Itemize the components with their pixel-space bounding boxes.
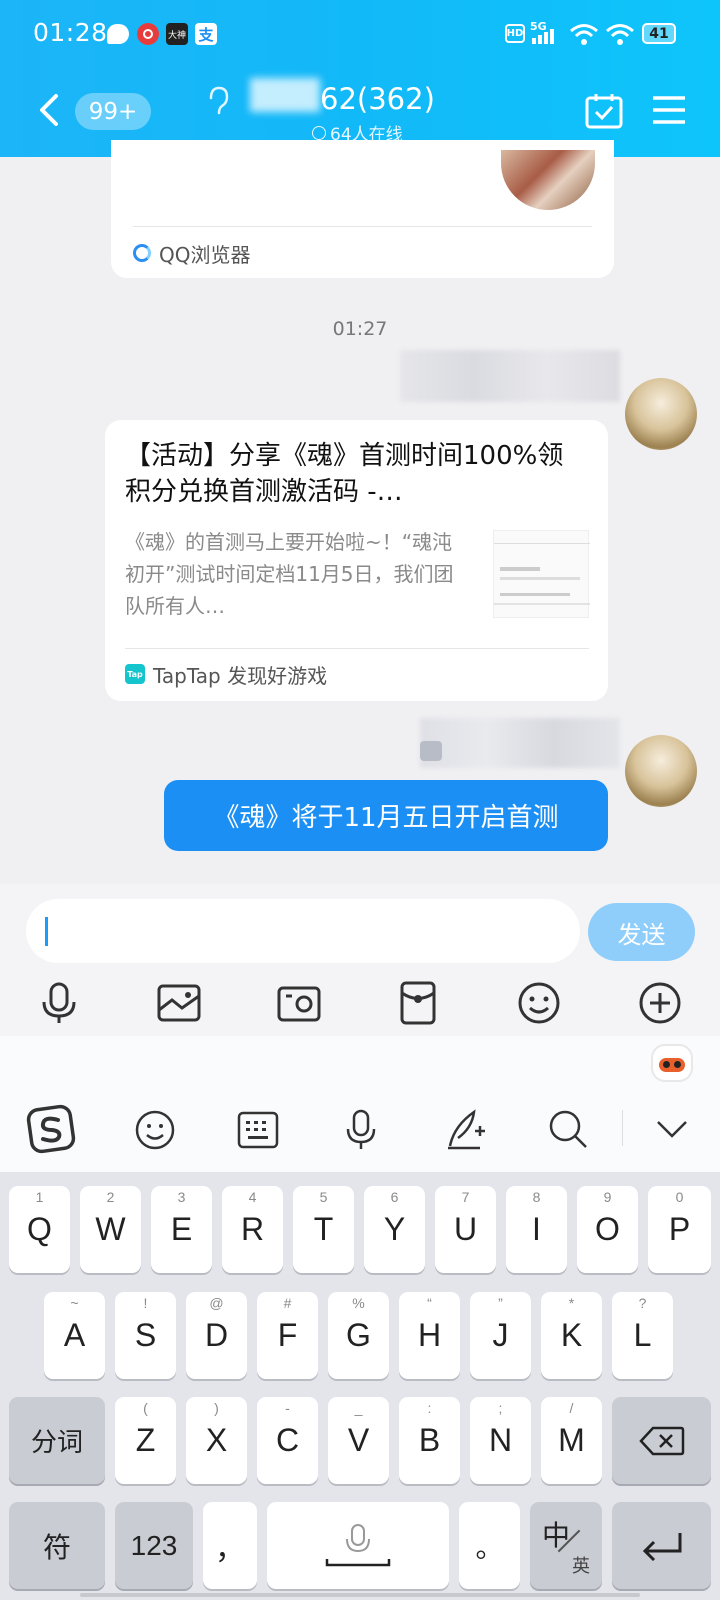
redacted-sender-name-2 bbox=[420, 718, 620, 768]
message-timestamp: 01:27 bbox=[332, 318, 388, 340]
key-u[interactable]: 7U bbox=[435, 1186, 496, 1273]
ear-icon bbox=[209, 86, 229, 115]
key-o[interactable]: 9O bbox=[577, 1186, 638, 1273]
hd-icon: HD bbox=[505, 24, 525, 43]
card-divider bbox=[125, 648, 589, 649]
key-b[interactable]: :B bbox=[399, 1397, 460, 1484]
key-q[interactable]: 1Q bbox=[9, 1186, 70, 1273]
article-thumbnail bbox=[493, 530, 590, 618]
text-caret bbox=[45, 917, 48, 946]
key-s[interactable]: ! S bbox=[115, 1292, 176, 1379]
language-primary: 中 bbox=[542, 1519, 571, 1552]
qq-browser-icon bbox=[133, 244, 151, 262]
link-card-source: QQ浏览器 bbox=[133, 236, 250, 270]
keyboard-mascot-icon[interactable] bbox=[651, 1044, 693, 1082]
plus-icon[interactable] bbox=[635, 978, 685, 1028]
key-c[interactable]: -C bbox=[257, 1397, 318, 1484]
key-y[interactable]: 6Y bbox=[364, 1186, 425, 1273]
key-p[interactable]: 0P bbox=[648, 1186, 711, 1273]
enter-key[interactable] bbox=[612, 1502, 711, 1589]
key-x[interactable]: ) X bbox=[186, 1397, 247, 1484]
group-title[interactable]: 62(362) bbox=[250, 82, 480, 116]
online-check-icon bbox=[312, 125, 326, 140]
key-h[interactable]: “H bbox=[399, 1292, 460, 1379]
key-m[interactable]: / M bbox=[541, 1397, 602, 1484]
backspace-key[interactable] bbox=[612, 1397, 711, 1484]
microphone-icon[interactable] bbox=[343, 1108, 379, 1152]
key-d[interactable]: @ D bbox=[186, 1292, 247, 1379]
message-input[interactable] bbox=[26, 899, 580, 963]
article-description: 《魂》的首测马上要开始啦~！“魂沌初开”测试时间定档11月5日，我们团队所有人… bbox=[125, 530, 454, 618]
number-key[interactable]: 123 bbox=[115, 1502, 193, 1589]
battery-level: 41 bbox=[649, 25, 669, 42]
comma-key[interactable]: ， bbox=[203, 1502, 257, 1589]
microphone-icon[interactable] bbox=[34, 978, 84, 1028]
wifi-plus-icon bbox=[570, 24, 598, 45]
enter-icon bbox=[642, 1532, 681, 1561]
key-w[interactable]: 2W bbox=[80, 1186, 141, 1273]
dashen-app-icon: 大神 bbox=[166, 23, 188, 45]
back-chevron-icon[interactable] bbox=[36, 92, 62, 128]
symbol-key[interactable]: 符 bbox=[9, 1502, 105, 1589]
period-key[interactable]: 。 bbox=[459, 1502, 520, 1589]
link-card-top[interactable]: QQ浏览器 bbox=[111, 140, 614, 278]
key-k[interactable]: * K bbox=[541, 1292, 602, 1379]
article-title: 【活动】分享《魂》首测时间100%领积分兑换首测激活码 -… bbox=[125, 441, 564, 507]
key-z[interactable]: (Z bbox=[115, 1397, 176, 1484]
key-f[interactable]: # F bbox=[257, 1292, 318, 1379]
article-source: Tap TapTap 发现好游戏 bbox=[125, 656, 327, 692]
emoji-icon[interactable] bbox=[133, 1108, 177, 1152]
space-key[interactable] bbox=[267, 1502, 449, 1589]
status-time: 01:28 bbox=[33, 18, 108, 47]
key-i[interactable]: 8I bbox=[506, 1186, 567, 1273]
taptap-logo-icon: Tap bbox=[125, 664, 145, 684]
keyboard-icon[interactable] bbox=[236, 1110, 280, 1150]
message-app-icon bbox=[107, 24, 129, 44]
key-e[interactable]: 3E bbox=[151, 1186, 212, 1273]
key-v[interactable]: _ V bbox=[328, 1397, 389, 1484]
key-r[interactable]: 4R bbox=[222, 1186, 283, 1273]
space-voice-icon bbox=[325, 1523, 391, 1566]
red-packet-icon[interactable] bbox=[393, 978, 443, 1028]
language-secondary: 英 bbox=[572, 1556, 590, 1577]
search-icon[interactable] bbox=[547, 1108, 589, 1150]
key-a[interactable]: ~ A bbox=[44, 1292, 105, 1379]
key-n[interactable]: ; N bbox=[470, 1397, 531, 1484]
send-button[interactable]: 发送 bbox=[588, 903, 695, 961]
card-divider bbox=[133, 226, 592, 227]
sender-avatar[interactable] bbox=[625, 378, 697, 450]
key-t[interactable]: 5T bbox=[293, 1186, 354, 1273]
netease-music-icon bbox=[137, 23, 159, 45]
handwriting-icon[interactable] bbox=[444, 1106, 490, 1152]
article-card[interactable]: 【活动】分享《魂》首测时间100%领积分兑换首测激活码 -… 《魂》的首测马上要… bbox=[105, 420, 608, 701]
home-indicator bbox=[80, 1593, 640, 1597]
segment-key[interactable]: 分词 bbox=[9, 1397, 105, 1484]
unread-badge[interactable]: 99+ bbox=[75, 93, 151, 130]
language-switch-key[interactable]: 中 英 bbox=[530, 1502, 602, 1589]
wifi-icon bbox=[606, 24, 634, 45]
collapse-chevron-icon[interactable] bbox=[655, 1118, 689, 1140]
link-card-thumbnail bbox=[501, 150, 595, 210]
emoji-icon[interactable] bbox=[514, 978, 564, 1028]
status-bar: 01:28 大神 支 HD 5G 41 bbox=[0, 0, 720, 70]
signal-5g-icon: 5G bbox=[530, 20, 562, 46]
redacted-sender-name bbox=[400, 350, 620, 402]
sender-avatar[interactable] bbox=[625, 735, 697, 807]
backspace-icon bbox=[638, 1426, 684, 1455]
battery-icon: 41 bbox=[642, 23, 676, 44]
photo-icon[interactable] bbox=[154, 978, 204, 1028]
alipay-icon: 支 bbox=[195, 23, 217, 45]
calendar-check-icon[interactable] bbox=[584, 92, 624, 130]
camera-icon[interactable] bbox=[274, 978, 324, 1028]
sogou-logo-icon[interactable] bbox=[24, 1102, 78, 1156]
toolbar-divider bbox=[622, 1110, 623, 1146]
member-tag bbox=[420, 741, 442, 761]
text-message-bubble[interactable]: 《魂》将于11月五日开启首测 bbox=[164, 780, 608, 851]
key-l[interactable]: ? L bbox=[612, 1292, 673, 1379]
menu-icon[interactable] bbox=[651, 95, 687, 125]
key-j[interactable]: ” J bbox=[470, 1292, 531, 1379]
key-g[interactable]: % G bbox=[328, 1292, 389, 1379]
